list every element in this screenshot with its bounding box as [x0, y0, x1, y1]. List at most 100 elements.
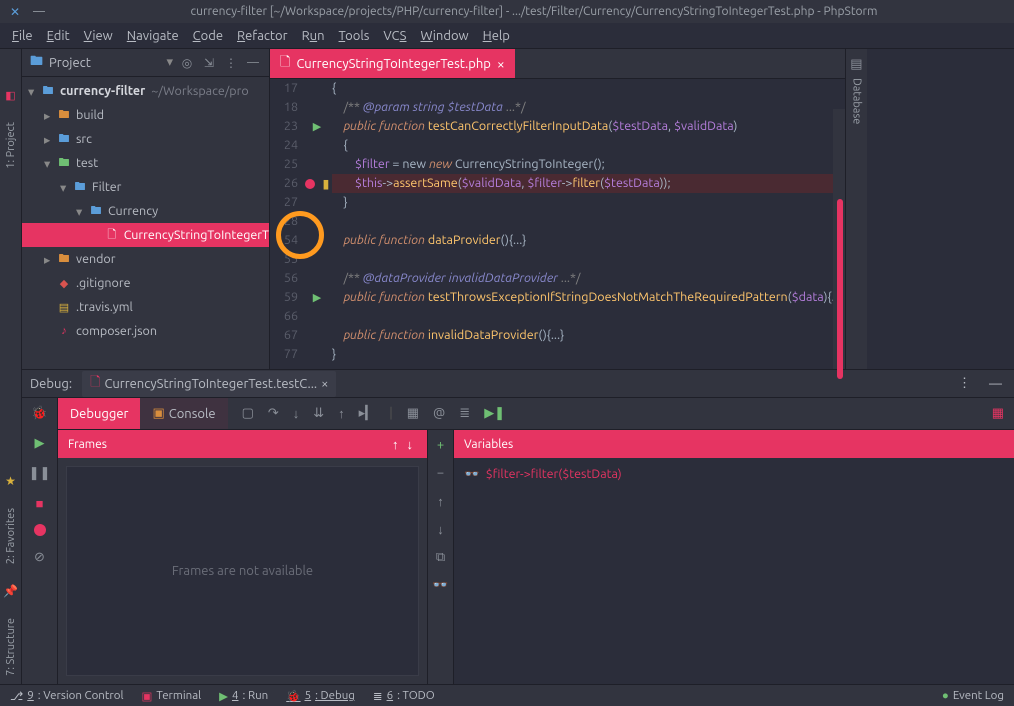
menu-help[interactable]: Help — [477, 27, 516, 45]
tree-src[interactable]: ▸🖿src — [22, 127, 269, 151]
editor-scrollbar[interactable] — [833, 109, 845, 369]
php-icon: 🗋 — [90, 373, 100, 395]
code-area[interactable]: 1718 2324 2526 2728 5455 5659 6667 77 ▶ … — [270, 79, 845, 369]
menu-view[interactable]: View — [78, 27, 119, 45]
menu-tools[interactable]: Tools — [333, 27, 376, 45]
tree-composer[interactable]: ♪composer.json — [22, 319, 269, 343]
project-panel-title[interactable]: Project — [49, 56, 160, 70]
tree-build[interactable]: ▸🖿build — [22, 103, 269, 127]
menu-run[interactable]: Run — [296, 27, 331, 45]
menu-refactor[interactable]: Refactor — [231, 27, 294, 45]
resume-icon[interactable]: ▶ — [31, 434, 49, 452]
breakpoint-icon[interactable] — [305, 179, 315, 189]
tree-travis[interactable]: ▤.travis.yml — [22, 295, 269, 319]
force-step-into-icon[interactable]: ⇊ — [313, 406, 324, 421]
step-into-icon[interactable]: ↓ — [293, 406, 300, 421]
tree-vendor[interactable]: ▸🖿vendor — [22, 247, 269, 271]
tree-gitignore[interactable]: ◆.gitignore — [22, 271, 269, 295]
show-exec-icon[interactable]: ▢ — [242, 406, 254, 421]
add-watch-icon[interactable]: + — [432, 436, 450, 454]
menu-vcs[interactable]: VCS — [377, 27, 412, 45]
frames-down-icon[interactable]: ↓ — [403, 437, 418, 452]
move-up-icon[interactable]: ↑ — [432, 492, 450, 510]
menu-file[interactable]: File — [6, 27, 39, 45]
close-tab-icon[interactable]: × — [497, 56, 505, 72]
status-todo[interactable]: ≣ 6: TODO — [373, 689, 435, 703]
status-terminal[interactable]: ▣ Terminal — [141, 689, 201, 703]
watch-expression[interactable]: $filter->filter($testData) — [486, 467, 622, 481]
code-lines[interactable]: { /** @param string $testData ...*/ publ… — [332, 79, 845, 369]
close-icon[interactable]: × — [321, 377, 328, 391]
run-gutter-icon[interactable]: ▶ — [313, 291, 321, 304]
menu-code[interactable]: Code — [187, 27, 229, 45]
tab-console[interactable]: ▣ Console — [140, 398, 227, 429]
editor: 🗋 CurrencyStringToIntegerTest.php × 1718… — [270, 49, 845, 369]
project-tool-icon[interactable]: ◧ — [5, 89, 15, 102]
tree-root[interactable]: ▾🖿 currency-filter ~/Workspace/pro — [22, 79, 269, 103]
evaluate-icon[interactable]: ▦ — [407, 406, 419, 421]
statusbar: ⎇ 9: Version Control ▣ Terminal ▶ 4: Run… — [0, 684, 1014, 706]
tree-filter[interactable]: ▾🖿Filter — [22, 175, 269, 199]
variables-title: Variables — [464, 438, 513, 451]
layout-icon[interactable]: ▦ — [992, 406, 1014, 421]
frames-up-icon[interactable]: ↑ — [388, 437, 403, 452]
tree-currency[interactable]: ▾🖿Currency — [22, 199, 269, 223]
status-debug[interactable]: 🐞 5: Debug — [286, 689, 355, 703]
variables-panel: Variables 👓$filter->filter($testData) — [454, 430, 1014, 684]
status-run[interactable]: ▶ 4: Run — [219, 689, 268, 703]
at-icon[interactable]: @ — [433, 406, 445, 421]
status-eventlog[interactable]: ● Event Log — [942, 689, 1004, 702]
window-minimize-icon[interactable]: — — [32, 5, 46, 19]
tree-test[interactable]: ▾🖿test — [22, 151, 269, 175]
bookmark-icon[interactable]: ▮ — [323, 176, 330, 191]
collapse-icon[interactable]: ⇲ — [201, 56, 217, 70]
hide-icon[interactable]: — — [245, 56, 261, 69]
mute-breakpoints-icon[interactable]: ⊘ — [31, 548, 49, 566]
sidebar-item-database[interactable]: Database — [850, 72, 862, 124]
copy-icon[interactable]: ⧉ — [432, 548, 450, 566]
locate-icon[interactable]: ◎ — [179, 56, 195, 70]
sidebar-item-structure[interactable]: 7: Structure — [5, 618, 17, 676]
step-over-icon[interactable]: ↷ — [268, 406, 279, 421]
tree-testfile[interactable]: 🗋CurrencyStringToIntegerT — [22, 223, 269, 247]
settings-icon[interactable]: ⋮ — [223, 56, 239, 70]
debug-session-tab[interactable]: 🗋 CurrencyStringToIntegerTest.testC... × — [82, 371, 336, 397]
frames-title: Frames — [68, 438, 107, 451]
debug-bug-icon[interactable]: 🐞 — [31, 404, 49, 422]
status-vcs[interactable]: ⎇ 9: Version Control — [10, 689, 123, 703]
debug-panel: Debug: 🗋 CurrencyStringToIntegerTest.tes… — [22, 369, 1014, 684]
pause-icon[interactable]: ❚❚ — [31, 464, 49, 482]
sidebar-item-favorites[interactable]: 2: Favorites — [5, 508, 17, 564]
run-gutter-icon[interactable]: ▶ — [313, 120, 321, 133]
remove-watch-icon[interactable]: − — [432, 464, 450, 482]
variables-header: Variables — [454, 430, 1014, 458]
debug-hide-icon[interactable]: — — [985, 377, 1006, 391]
project-tree[interactable]: ▾🖿 currency-filter ~/Workspace/pro ▸🖿bui… — [22, 77, 269, 369]
menu-navigate[interactable]: Navigate — [121, 27, 185, 45]
view-breakpoints-icon[interactable] — [34, 524, 46, 536]
sidebar-item-project[interactable]: 1: Project — [5, 122, 17, 169]
gutter-icons[interactable]: ▶ ▮ ▶ — [302, 79, 332, 369]
watch-icon[interactable]: ≣ — [459, 406, 470, 421]
menu-edit[interactable]: Edit — [41, 27, 76, 45]
database-tool-icon[interactable]: ▤ — [850, 57, 862, 72]
menu-window[interactable]: Window — [414, 27, 474, 45]
editor-tabs: 🗋 CurrencyStringToIntegerTest.php × — [270, 49, 845, 79]
tab-debugger[interactable]: Debugger — [58, 398, 140, 429]
window-close-icon[interactable]: ✕ — [8, 5, 22, 19]
resume-program-icon[interactable]: ▶❚ — [484, 406, 505, 421]
debug-settings-icon[interactable]: ⋮ — [954, 376, 975, 391]
glasses-icon[interactable]: 👓 — [432, 576, 450, 594]
debug-run-controls: 🐞 ▶ ❚❚ ■ ⊘ — [22, 398, 58, 684]
console-icon: ▣ — [152, 406, 164, 421]
debug-session-label: CurrencyStringToIntegerTest.testC... — [105, 377, 318, 391]
scrollbar-thumb[interactable] — [837, 199, 843, 379]
move-down-icon[interactable]: ↓ — [432, 520, 450, 538]
stop-icon[interactable]: ■ — [31, 494, 49, 512]
run-to-cursor-icon[interactable]: ▸▎ — [359, 406, 376, 421]
variables-body[interactable]: 👓$filter->filter($testData) — [454, 458, 1014, 684]
editor-tab-active[interactable]: 🗋 CurrencyStringToIntegerTest.php × — [270, 49, 515, 78]
left-lower-tool-strip: ★ 2: Favorites 📌 7: Structure — [0, 369, 22, 684]
step-out-icon[interactable]: ↑ — [338, 406, 345, 421]
file-icon: 🗋 — [280, 53, 290, 75]
